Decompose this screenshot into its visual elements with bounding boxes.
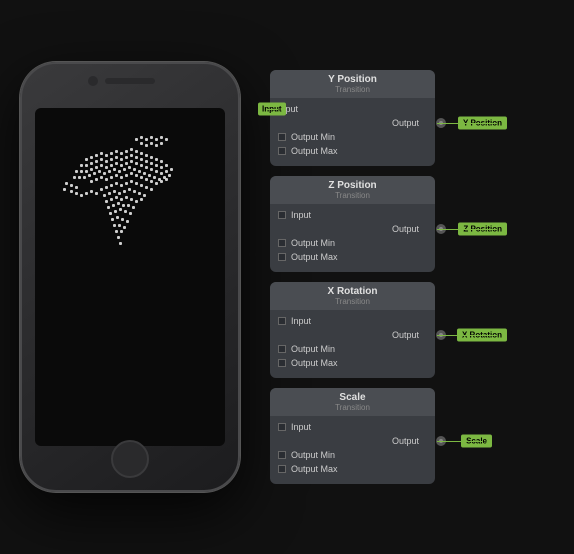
y-position-node: Y Position Transition Input Input Output — [270, 70, 435, 166]
scale-min-checkbox[interactable] — [278, 451, 286, 459]
x-rotation-row-min: Output Min — [278, 344, 427, 354]
phone — [20, 62, 240, 492]
z-position-input-label: Input — [291, 210, 311, 220]
x-rotation-min-checkbox[interactable] — [278, 345, 286, 353]
scale-min-label: Output Min — [291, 450, 335, 460]
y-position-row-min: Output Min — [278, 132, 427, 142]
scale-output-text: Output — [392, 436, 419, 446]
y-position-title: Y Position — [278, 74, 427, 85]
x-rotation-subtitle: Transition — [278, 297, 427, 306]
y-position-row-max: Output Max — [278, 146, 427, 156]
y-position-max-checkbox[interactable] — [278, 147, 286, 155]
scale-node: Scale Transition Input Output Scale Outp… — [270, 388, 435, 484]
z-position-max-checkbox[interactable] — [278, 253, 286, 261]
x-rotation-max-label: Output Max — [291, 358, 338, 368]
z-position-input-row: Input — [278, 210, 427, 220]
scale-body: Input Output Scale Output Min Output Max — [270, 416, 435, 484]
nodes-container: Y Position Transition Input Input Output — [270, 70, 435, 484]
z-position-body: Input Output Z Position Output Min Outpu… — [270, 204, 435, 272]
x-rotation-node: X Rotation Transition Input Output X Rot… — [270, 282, 435, 378]
x-rotation-title: X Rotation — [278, 286, 427, 297]
z-position-row-min: Output Min — [278, 238, 427, 248]
y-position-input-line — [267, 109, 278, 110]
world-map — [35, 108, 225, 446]
scale-header: Scale Transition — [270, 388, 435, 416]
scale-input-label: Input — [291, 422, 311, 432]
phone-screen — [35, 108, 225, 446]
x-rotation-input-checkbox[interactable] — [278, 317, 286, 325]
phone-home-button[interactable] — [111, 440, 149, 478]
z-position-min-label: Output Min — [291, 238, 335, 248]
y-position-output-line — [437, 123, 497, 124]
scale-output-row: Output Scale — [278, 436, 427, 446]
scale-title: Scale — [278, 392, 427, 403]
y-position-output-row: Output Y Position — [278, 118, 427, 128]
scale-max-checkbox[interactable] — [278, 465, 286, 473]
y-position-input-row: Input Input — [278, 104, 427, 114]
x-rotation-row-max: Output Max — [278, 358, 427, 368]
z-position-title: Z Position — [278, 180, 427, 191]
x-rotation-header: X Rotation Transition — [270, 282, 435, 310]
x-rotation-min-label: Output Min — [291, 344, 335, 354]
z-position-output-line — [437, 229, 497, 230]
phone-camera — [88, 76, 98, 86]
x-rotation-output-row: Output X Rotation — [278, 330, 427, 340]
z-position-header: Z Position Transition — [270, 176, 435, 204]
scale-input-row: Input — [278, 422, 427, 432]
x-rotation-input-label: Input — [291, 316, 311, 326]
z-position-min-checkbox[interactable] — [278, 239, 286, 247]
z-position-output-row: Output Z Position — [278, 224, 427, 234]
scale-max-label: Output Max — [291, 464, 338, 474]
z-position-output-text: Output — [392, 224, 419, 234]
y-position-output-text: Output — [392, 118, 419, 128]
y-position-max-label: Output Max — [291, 146, 338, 156]
z-position-row-max: Output Max — [278, 252, 427, 262]
x-rotation-body: Input Output X Rotation Output Min Outpu… — [270, 310, 435, 378]
y-position-min-label: Output Min — [291, 132, 335, 142]
scale-row-min: Output Min — [278, 450, 427, 460]
y-position-header: Y Position Transition — [270, 70, 435, 98]
x-rotation-max-checkbox[interactable] — [278, 359, 286, 367]
scale-input-checkbox[interactable] — [278, 423, 286, 431]
x-rotation-input-row: Input — [278, 316, 427, 326]
y-position-body: Input Input Output Y Position — [270, 98, 435, 166]
main-scene: Y Position Transition Input Input Output — [0, 0, 574, 554]
scale-subtitle: Transition — [278, 403, 427, 412]
z-position-subtitle: Transition — [278, 191, 427, 200]
z-position-input-checkbox[interactable] — [278, 211, 286, 219]
z-position-node: Z Position Transition Input Output Z Pos… — [270, 176, 435, 272]
y-position-subtitle: Transition — [278, 85, 427, 94]
x-rotation-output-text: Output — [392, 330, 419, 340]
scale-output-line — [437, 441, 483, 442]
scale-row-max: Output Max — [278, 464, 427, 474]
x-rotation-output-line — [437, 335, 497, 336]
z-position-max-label: Output Max — [291, 252, 338, 262]
phone-speaker — [105, 78, 155, 84]
y-position-min-checkbox[interactable] — [278, 133, 286, 141]
